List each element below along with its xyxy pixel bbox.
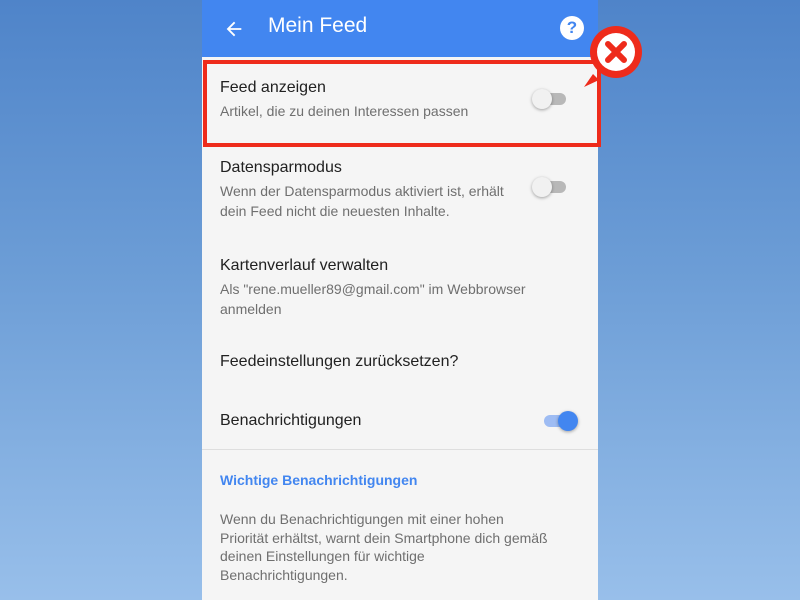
red-x-marker-icon bbox=[584, 26, 642, 87]
setting-datensparmodus[interactable]: Datensparmodus Wenn der Datensparmodus a… bbox=[202, 143, 598, 243]
setting-feed-anzeigen[interactable]: Feed anzeigen Artikel, die zu deinen Int… bbox=[202, 57, 598, 143]
section-header: Wichtige Benachrichtigungen bbox=[220, 472, 418, 488]
setting-title: Feed anzeigen bbox=[220, 79, 326, 96]
section-description: Wenn du Benachrichtigungen mit einer hoh… bbox=[220, 511, 548, 583]
setting-title: Kartenverlauf verwalten bbox=[220, 257, 389, 274]
benachrichtigungen-toggle[interactable] bbox=[542, 409, 578, 431]
setting-subtitle: Als "rene.mueller89@gmail.com" im Webbro… bbox=[220, 281, 526, 317]
settings-screen: Mein Feed ? Feed anzeigen Artikel, die z… bbox=[202, 0, 598, 600]
toggle-thumb bbox=[558, 411, 578, 431]
setting-subtitle: Wenn der Datensparmodus aktiviert ist, e… bbox=[220, 183, 504, 219]
setting-feed-reset[interactable]: Feedeinstellungen zurücksetzen? bbox=[202, 333, 598, 391]
setting-kartenverlauf[interactable]: Kartenverlauf verwalten Als "rene.muelle… bbox=[202, 243, 598, 333]
back-button[interactable] bbox=[220, 15, 248, 43]
section-divider bbox=[202, 449, 598, 450]
setting-benachrichtigungen[interactable]: Benachrichtigungen bbox=[202, 391, 598, 449]
toggle-thumb bbox=[532, 177, 552, 197]
arrow-left-icon bbox=[226, 21, 242, 37]
setting-title: Benachrichtigungen bbox=[220, 412, 362, 429]
setting-title: Datensparmodus bbox=[220, 159, 342, 176]
setting-title: Feedeinstellungen zurücksetzen? bbox=[220, 353, 459, 370]
help-circle-icon: ? bbox=[566, 18, 578, 37]
page-title: Mein Feed bbox=[268, 14, 368, 37]
toggle-thumb bbox=[532, 89, 552, 109]
setting-subtitle: Artikel, die zu deinen Interessen passen bbox=[220, 103, 469, 119]
datensparmodus-toggle[interactable] bbox=[532, 175, 568, 197]
feed-anzeigen-toggle[interactable] bbox=[532, 87, 568, 109]
app-bar: Mein Feed ? bbox=[202, 0, 598, 57]
